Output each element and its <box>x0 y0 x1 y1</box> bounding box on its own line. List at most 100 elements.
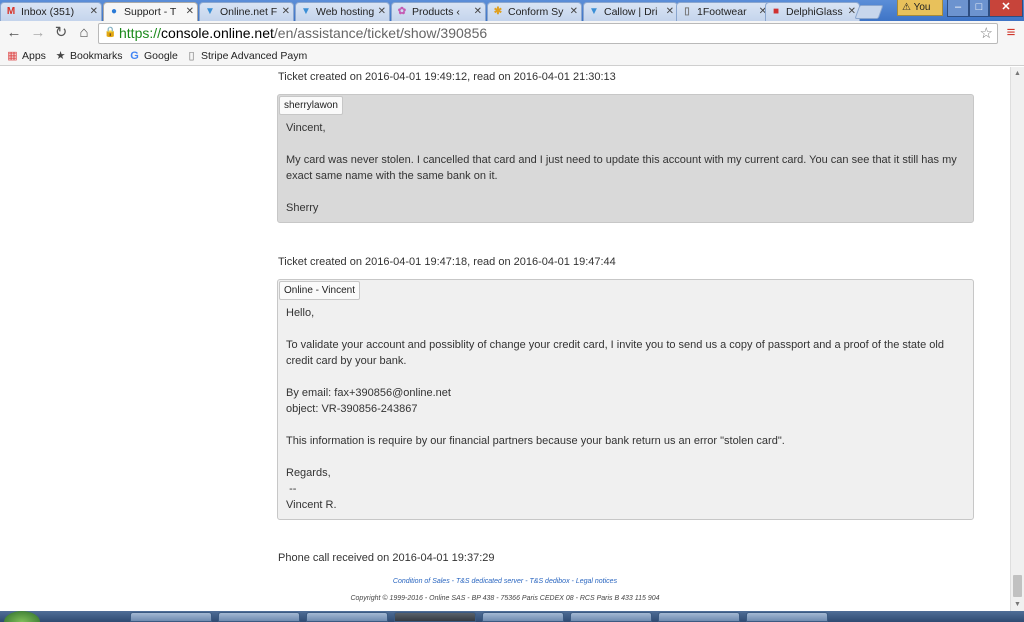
message-line: Sherry <box>286 202 319 214</box>
back-button[interactable]: ← <box>5 24 23 42</box>
back-arrow-icon: ← <box>6 24 22 41</box>
close-tab-icon[interactable]: ✕ <box>378 3 386 21</box>
phone-call-entry: Phone call received on 2016-04-01 19:37:… <box>278 552 495 564</box>
taskbar-button[interactable] <box>570 612 652 622</box>
browser-tab[interactable]: ▯ 1Footwear ✕ <box>676 2 771 21</box>
bookmarks-bar: ▦ Apps ★ Bookmarks G Google ▯ Stripe Advance… <box>0 46 1024 66</box>
apps-grid-icon: ▦ <box>7 50 18 62</box>
bookmark-google[interactable]: G Google <box>128 48 178 64</box>
message-line <box>286 184 970 200</box>
bookmark-stripe[interactable]: ▯ Stripe Advanced Paym <box>185 48 307 64</box>
message-line <box>286 449 970 465</box>
message-line: Vincent, <box>286 122 326 134</box>
reload-button[interactable]: ↻ <box>52 24 70 42</box>
ticket-page: Ticket created on 2016-04-01 19:49:12, r… <box>0 67 1010 611</box>
message-line: Hello, <box>286 307 315 319</box>
page-icon: ▯ <box>684 6 690 17</box>
browser-tab[interactable]: ■ DelphiGlass ✕ <box>765 2 860 21</box>
url-protocol: https:// <box>119 25 162 41</box>
taskbar-button[interactable] <box>746 612 828 622</box>
message-line <box>286 321 970 337</box>
taskbar-button[interactable] <box>306 612 388 622</box>
close-tab-icon[interactable]: ✕ <box>474 3 482 21</box>
message-line <box>286 136 970 152</box>
footer-link-ts-dedicated-server[interactable]: T&S dedicated server <box>456 578 523 585</box>
profile-button[interactable]: ⚠ You <box>897 0 943 16</box>
tab-title: Online.net F <box>220 6 278 18</box>
message-author: sherrylawon <box>279 96 343 115</box>
taskbar-button-active[interactable] <box>394 612 476 622</box>
support-icon: ● <box>110 6 118 17</box>
message-line: To validate your account and possiblity … <box>286 339 948 367</box>
gmail-icon: M <box>6 6 16 17</box>
taskbar-button[interactable] <box>218 612 300 622</box>
message-line <box>286 369 970 385</box>
tab-title: Web hosting <box>316 6 375 18</box>
minimize-button[interactable]: – <box>947 0 969 17</box>
chrome-menu-icon[interactable]: ≡ <box>1003 25 1019 41</box>
browser-tab[interactable]: ▼ Callow | Dri ✕ <box>583 2 678 21</box>
footer-link-condition-of-sales[interactable]: Condition of Sales <box>393 578 450 585</box>
message-line: Regards, <box>286 467 331 479</box>
scroll-down-icon[interactable]: ▼ <box>1011 598 1024 611</box>
close-tab-icon[interactable]: ✕ <box>90 3 98 21</box>
message-line <box>286 417 970 433</box>
delphi-icon: ■ <box>772 6 780 17</box>
taskbar-button[interactable] <box>482 612 564 622</box>
scrollbar-thumb[interactable] <box>1013 575 1022 597</box>
address-bar[interactable]: 🔒 https://console.online.net/en/assistan… <box>98 23 998 44</box>
conform-icon: ✱ <box>493 6 503 17</box>
close-tab-icon[interactable]: ✕ <box>282 3 290 21</box>
star-icon: ★ <box>55 50 66 62</box>
taskbar-button[interactable] <box>658 612 740 622</box>
close-tab-icon[interactable]: ✕ <box>666 3 674 21</box>
browser-tab[interactable]: ▼ Web hosting ✕ <box>295 2 390 21</box>
home-icon: ⌂ <box>79 24 89 41</box>
products-icon: ✿ <box>397 6 407 17</box>
url-host: console.online.net <box>161 25 274 41</box>
browser-tab[interactable]: ▼ Online.net F ✕ <box>199 2 294 21</box>
tab-title: Products ‹ <box>412 6 460 18</box>
tab-title: Callow | Dri <box>604 6 658 18</box>
footer-link-ts-dedibox[interactable]: T&S dedibox <box>530 578 570 585</box>
close-tab-icon[interactable]: ✕ <box>570 3 578 21</box>
message-line: My card was never stolen. I cancelled th… <box>286 154 960 182</box>
warning-icon: ⚠ <box>902 2 911 13</box>
windows-taskbar <box>0 611 1024 622</box>
browser-tab[interactable]: ✱ Conform Sy ✕ <box>487 2 582 21</box>
tab-title: DelphiGlass <box>786 6 843 18</box>
bookmark-star-icon[interactable]: ☆ <box>980 24 993 43</box>
browser-toolbar: ← → ↻ ⌂ 🔒 https://console.online.net/en/… <box>0 21 1024 46</box>
close-window-button[interactable]: ✕ <box>989 0 1023 17</box>
new-tab-button[interactable] <box>854 5 884 19</box>
profile-label: You <box>913 2 931 13</box>
online-icon: ▼ <box>205 6 215 17</box>
callow-icon: ▼ <box>589 6 599 17</box>
browser-tab[interactable]: M Inbox (351) ✕ <box>0 2 102 21</box>
taskbar-button[interactable] <box>130 612 212 622</box>
close-tab-icon[interactable]: ✕ <box>186 3 194 21</box>
maximize-button[interactable]: □ <box>969 0 989 17</box>
start-button[interactable] <box>4 611 40 622</box>
message-user: sherrylawon Vincent, My card was never s… <box>277 94 974 223</box>
browser-tab[interactable]: ● Support - T ✕ <box>103 2 198 21</box>
message-line: Vincent R. <box>286 499 337 511</box>
forward-arrow-icon: → <box>30 24 46 41</box>
page-icon: ▯ <box>188 50 195 62</box>
google-icon: G <box>130 50 139 62</box>
tab-title: Support - T <box>124 6 177 18</box>
tab-title: 1Footwear <box>697 6 747 18</box>
bookmark-bookmarks[interactable]: ★ Bookmarks <box>54 48 123 64</box>
message-line: By email: fax+390856@online.net <box>286 387 451 399</box>
forward-button[interactable]: → <box>29 24 47 42</box>
browser-tab[interactable]: ✿ Products ‹ ✕ <box>391 2 486 21</box>
page-scrollbar[interactable]: ▲ ▼ <box>1010 67 1024 611</box>
scroll-up-icon[interactable]: ▲ <box>1011 67 1024 80</box>
message-body: Hello, To validate your account and poss… <box>286 305 970 513</box>
home-button[interactable]: ⌂ <box>75 24 93 42</box>
reload-icon: ↻ <box>54 24 68 41</box>
footer-link-legal-notices[interactable]: Legal notices <box>576 578 617 585</box>
bookmark-apps[interactable]: ▦ Apps <box>6 48 46 64</box>
footer-links: Condition of Sales - T&S dedicated serve… <box>392 578 618 585</box>
ticket-meta: Ticket created on 2016-04-01 19:49:12, r… <box>278 71 616 83</box>
